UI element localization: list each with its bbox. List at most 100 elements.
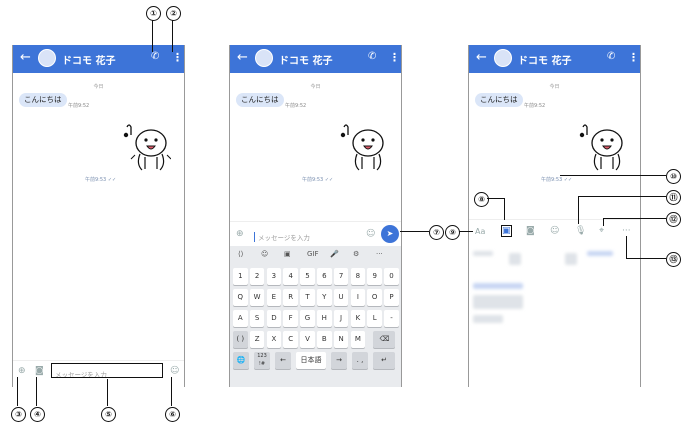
emoji-icon[interactable]: ☺ — [366, 229, 375, 239]
key-j[interactable]: J — [333, 310, 349, 327]
key-4[interactable]: 4 — [283, 268, 298, 285]
sticker-image[interactable] — [340, 121, 388, 177]
back-icon[interactable]: ← — [476, 51, 487, 65]
key-t[interactable]: T — [300, 289, 315, 306]
key-n[interactable]: N — [333, 331, 349, 348]
symbols-key[interactable]: 123 !# — [254, 352, 270, 369]
back-icon[interactable]: ← — [237, 51, 248, 65]
input-highlight — [51, 363, 163, 378]
key-3[interactable]: 3 — [266, 268, 282, 285]
callout-2: ② — [166, 6, 181, 21]
key-f[interactable]: F — [283, 310, 298, 327]
key-e[interactable]: E — [266, 289, 282, 306]
keyboard-toolbar-item[interactable]: ☺ — [261, 250, 268, 258]
key-9[interactable]: 9 — [367, 268, 382, 285]
back-icon[interactable]: ← — [20, 51, 31, 65]
key-w[interactable]: W — [249, 289, 265, 306]
key-v[interactable]: V — [300, 331, 315, 348]
contact-name[interactable]: ドコモ 花子 — [279, 52, 332, 67]
key-q[interactable]: Q — [233, 289, 248, 306]
keyboard-toolbar-item[interactable]: ⚙ — [353, 250, 359, 258]
key-h[interactable]: H — [317, 310, 332, 327]
sticker-time: 午前9:53 ✓✓ — [302, 177, 334, 183]
callout-8: ⑧ — [474, 192, 489, 207]
keyboard-toolbar-item[interactable]: ▣ — [284, 250, 291, 258]
key-o[interactable]: O — [367, 289, 382, 306]
key-u[interactable]: U — [333, 289, 349, 306]
add-icon[interactable]: ⊕ — [18, 366, 26, 376]
camera-icon[interactable]: ◙ — [526, 226, 535, 236]
more-options-icon[interactable]: ··· — [622, 226, 631, 236]
key-c[interactable]: C — [283, 331, 298, 348]
key-r[interactable]: R — [283, 289, 298, 306]
keyboard-toolbar-item[interactable]: GIF — [307, 250, 319, 258]
microphone-icon[interactable]: 🎙 — [575, 226, 586, 236]
key-p[interactable]: P — [384, 289, 399, 306]
message-time: 午前9:52 — [524, 103, 546, 109]
key-d[interactable]: D — [266, 310, 282, 327]
key-g[interactable]: G — [300, 310, 315, 327]
keyboard-toolbar-item[interactable]: 🎤 — [330, 250, 339, 258]
media-toolbar: Aa ▣ ◙ ☺ 🎙 ⌖ ··· — [469, 219, 640, 244]
date-separator: 今日 — [93, 84, 104, 90]
key-5[interactable]: 5 — [300, 268, 315, 285]
key-b[interactable]: B — [317, 331, 332, 348]
camera-icon[interactable]: ◙ — [35, 366, 44, 376]
key-m[interactable]: M — [350, 331, 366, 348]
gallery-icon[interactable]: ▣ — [501, 225, 512, 237]
avatar[interactable] — [255, 49, 273, 67]
phone-icon[interactable]: ✆ — [368, 51, 376, 62]
callout-12: ⑫ — [666, 212, 681, 227]
key-x[interactable]: X — [266, 331, 282, 348]
sticker-image[interactable] — [579, 121, 627, 177]
contact-name[interactable]: ドコモ 花子 — [518, 52, 571, 67]
avatar[interactable] — [38, 49, 56, 67]
key-0[interactable]: 0 — [384, 268, 399, 285]
sticker-image[interactable] — [123, 121, 172, 177]
incoming-message[interactable]: こんにちは — [475, 93, 523, 107]
japanese-space-key[interactable]: 日本語 — [296, 352, 326, 369]
key-y[interactable]: Y — [317, 289, 332, 306]
send-button[interactable]: ➤ — [381, 225, 399, 243]
input-bar: ⊕ メッセージを入力 ☺ ➤ — [230, 221, 401, 247]
phone-icon[interactable]: ✆ — [151, 51, 159, 62]
right-arrow-key[interactable]: → — [331, 352, 347, 369]
add-icon[interactable]: ⊕ — [236, 229, 244, 239]
more-menu-icon[interactable]: ⋮ — [172, 51, 183, 64]
key-hyphen[interactable]: - — [384, 310, 399, 327]
keyboard-toolbar-item[interactable]: ··· — [376, 250, 383, 258]
key-i[interactable]: I — [350, 289, 366, 306]
screen-3: ← ドコモ 花子 ✆ ⋮ 今日 こんにちは 午前9:52 午前9:53 ✓✓ A… — [468, 45, 641, 387]
callout-7: ⑦ — [429, 225, 444, 240]
key-a[interactable]: A — [233, 310, 248, 327]
contact-name[interactable]: ドコモ 花子 — [62, 52, 115, 67]
key-8[interactable]: 8 — [350, 268, 366, 285]
key-7[interactable]: 7 — [333, 268, 349, 285]
enter-key[interactable]: ↵ — [373, 352, 395, 369]
incoming-message[interactable]: こんにちは — [19, 93, 67, 107]
key-k[interactable]: K — [350, 310, 366, 327]
key-2[interactable]: 2 — [249, 268, 265, 285]
left-arrow-key[interactable]: ← — [275, 352, 291, 369]
message-input[interactable]: メッセージを入力 — [254, 232, 310, 242]
punctuation-key[interactable]: . , — [352, 352, 368, 369]
key-s[interactable]: S — [249, 310, 265, 327]
phone-icon[interactable]: ✆ — [607, 51, 615, 62]
incoming-message[interactable]: こんにちは — [236, 93, 284, 107]
more-menu-icon[interactable]: ⋮ — [389, 51, 400, 64]
key-1[interactable]: 1 — [233, 268, 248, 285]
parentheses-key[interactable]: ( ) — [233, 331, 248, 348]
text-format-icon[interactable]: Aa — [475, 227, 485, 236]
emoji-icon[interactable]: ☺ — [550, 226, 559, 236]
more-menu-icon[interactable]: ⋮ — [628, 51, 639, 64]
chat-header: ← ドコモ 花子 ✆ ⋮ — [13, 45, 184, 73]
avatar[interactable] — [494, 49, 512, 67]
key-z[interactable]: Z — [249, 331, 265, 348]
globe-key[interactable]: 🌐 — [233, 352, 249, 369]
keyboard-toolbar-item[interactable]: ⟨⟩ — [238, 250, 243, 258]
backspace-key[interactable]: ⌫ — [373, 331, 396, 348]
key-l[interactable]: L — [367, 310, 382, 327]
emoji-icon[interactable]: ☺ — [170, 366, 179, 376]
key-6[interactable]: 6 — [317, 268, 332, 285]
location-icon[interactable]: ⌖ — [599, 226, 604, 236]
